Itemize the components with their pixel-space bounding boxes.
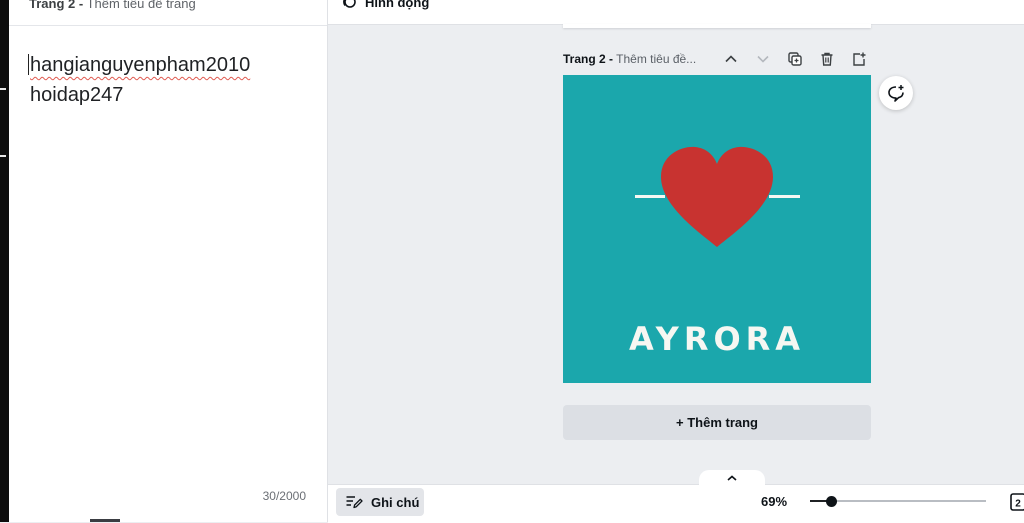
animation-button[interactable]: Hình động xyxy=(341,0,429,10)
add-page-icon xyxy=(853,52,866,66)
notes-header-title: Thêm tiêu đề trang xyxy=(86,0,196,11)
notes-panel: Trang 2 - Thêm tiêu đề trang hangianguye… xyxy=(9,0,328,522)
left-edge-bar xyxy=(0,0,9,522)
brand-text[interactable]: AYRORA xyxy=(563,320,871,358)
editor-topbar: Hình động xyxy=(328,0,1024,25)
logo-line-left xyxy=(635,195,665,198)
notes-line[interactable]: hangianguyenpham2010 xyxy=(30,50,250,80)
notes-header: Trang 2 - Thêm tiêu đề trang xyxy=(29,0,196,11)
animation-icon xyxy=(343,0,356,8)
notes-header-page: Trang 2 - xyxy=(29,0,84,11)
notes-divider xyxy=(9,25,327,26)
pages-icon: 2 xyxy=(1010,493,1024,511)
notes-line[interactable]: hoidap247 xyxy=(30,80,250,110)
chevron-up-icon xyxy=(725,55,737,63)
move-page-up-button[interactable] xyxy=(721,49,741,69)
zoom-level[interactable]: 69% xyxy=(761,494,787,509)
add-comment-button[interactable] xyxy=(879,76,913,110)
add-page-after-button[interactable] xyxy=(849,49,869,69)
heart-shape xyxy=(661,146,773,247)
text-caret xyxy=(28,54,29,75)
move-page-down-button[interactable] xyxy=(753,49,773,69)
zoom-slider-thumb[interactable] xyxy=(825,496,837,507)
edge-mark xyxy=(0,155,6,157)
previous-page-edge xyxy=(563,24,871,28)
editor-footer xyxy=(328,484,1024,523)
chevron-down-icon xyxy=(757,55,769,63)
add-page-button[interactable]: + Thêm trang xyxy=(563,405,871,440)
notes-button[interactable]: Ghi chú xyxy=(336,488,424,516)
edge-mark xyxy=(0,88,6,90)
page-toolbar: Trang 2 - Thêm tiêu đề... xyxy=(563,47,871,71)
page-label: Trang 2 - xyxy=(563,52,614,66)
notes-textarea[interactable]: hangianguyenpham2010 hoidap247 xyxy=(28,50,250,110)
duplicate-icon xyxy=(788,52,802,66)
chevron-up-icon xyxy=(727,475,737,481)
trash-icon xyxy=(821,52,833,66)
animation-label: Hình động xyxy=(365,0,430,10)
notes-button-label: Ghi chú xyxy=(371,494,420,510)
page-count: 2 xyxy=(1015,499,1021,510)
design-canvas[interactable]: AYRORA xyxy=(563,75,871,383)
notes-icon xyxy=(346,496,363,509)
delete-page-button[interactable] xyxy=(817,49,837,69)
page-count-button[interactable]: 2 xyxy=(1008,491,1024,513)
collapse-pages-button[interactable] xyxy=(699,470,765,486)
page-title-placeholder: Thêm tiêu đề... xyxy=(616,52,697,66)
char-count: 30/2000 xyxy=(262,489,306,503)
logo-line-right xyxy=(769,195,800,198)
page-title[interactable]: Trang 2 - Thêm tiêu đề... xyxy=(563,52,696,66)
duplicate-page-button[interactable] xyxy=(785,49,805,69)
comment-add-icon xyxy=(888,85,904,102)
